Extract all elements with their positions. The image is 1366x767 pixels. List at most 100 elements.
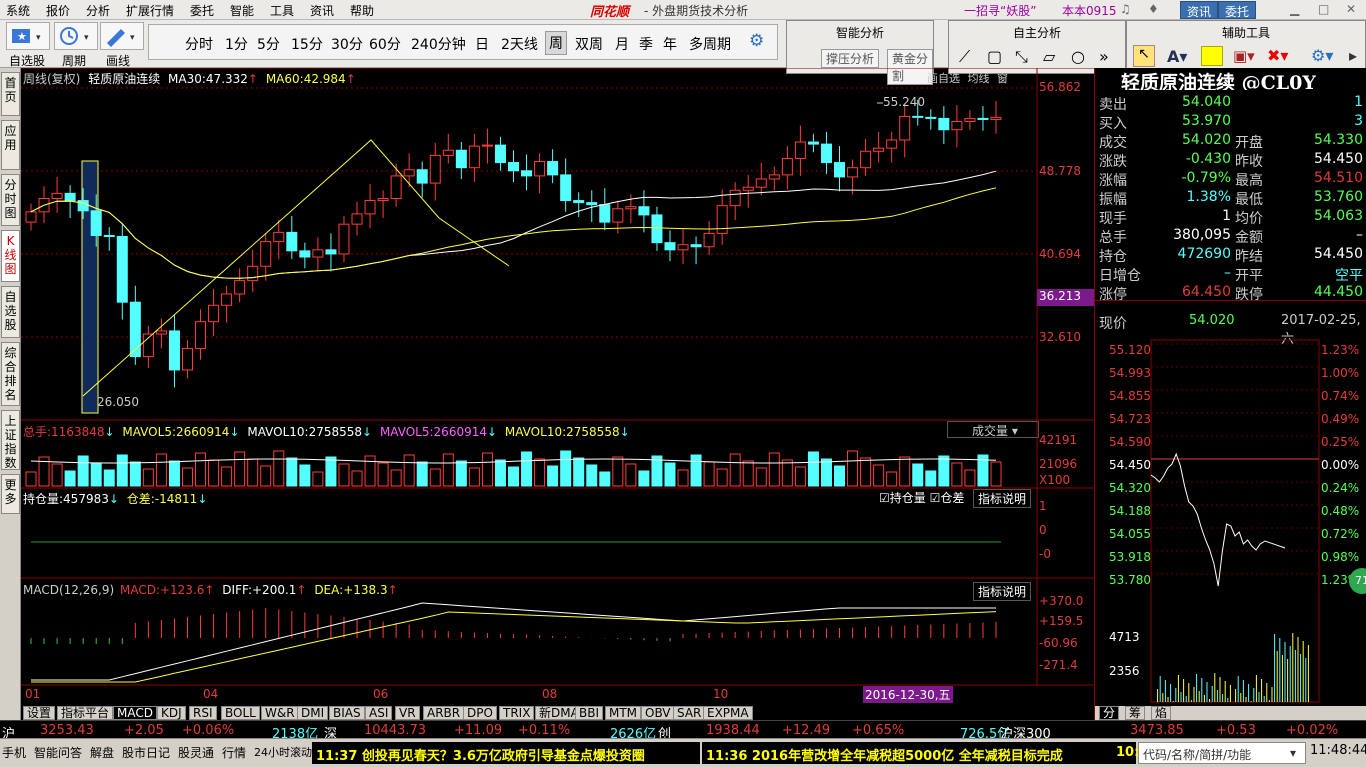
chart-area[interactable]: 周线(复权) 轻质原油连续 MA30:47.332↑ MA60:42.984↑ … <box>21 68 1094 706</box>
support-resistance-button[interactable]: 撑压分析 <box>821 49 880 68</box>
footer-analysis[interactable]: 解盘 <box>90 744 114 761</box>
settings-gear-icon[interactable]: ⚙ <box>749 31 764 51</box>
more-tools-icon[interactable]: » <box>1099 47 1109 66</box>
indicator-tab-sar[interactable]: SAR <box>673 706 706 720</box>
period-month[interactable]: 月 <box>615 34 629 54</box>
indicator-tab-rsi[interactable]: RSI <box>189 706 217 720</box>
footer-24h[interactable]: 24小时滚动 <box>254 744 312 760</box>
indicator-tab-mtm[interactable]: MTM <box>605 706 642 720</box>
promo-link[interactable]: 一招寻“妖股” <box>964 2 1036 19</box>
parallelogram-tool-icon[interactable]: ▱ <box>1043 47 1055 66</box>
polyline-tool-icon[interactable]: ⤡ <box>1015 47 1028 67</box>
delete-icon[interactable]: ✖▾ <box>1267 46 1288 65</box>
mini-tab-flame[interactable]: 焰 <box>1151 706 1172 720</box>
menu-quote[interactable]: 报价 <box>46 2 70 19</box>
save-drawing-icon[interactable]: ▣▾ <box>1233 47 1255 65</box>
indicator-tab-wr[interactable]: W&R <box>261 706 299 720</box>
line-tool-icon[interactable]: ⟋ <box>959 47 970 67</box>
window-button[interactable]: 窗 <box>997 72 1008 85</box>
indicator-tab-kdj[interactable]: KDJ <box>157 706 186 720</box>
ellipse-tool-icon[interactable]: ○ <box>1071 47 1085 66</box>
footer-qa[interactable]: 智能问答 <box>34 744 82 761</box>
indicator-tab-macd[interactable]: MACD <box>113 706 157 720</box>
period-2day[interactable]: 2天线 <box>501 34 538 54</box>
menu-analysis[interactable]: 分析 <box>86 2 110 19</box>
mini-tab-min[interactable]: 分 <box>1099 706 1120 720</box>
indicator-tab--1[interactable]: 指标平台 <box>57 706 114 720</box>
menu-info[interactable]: 资讯 <box>310 2 334 19</box>
menu-trade[interactable]: 委托 <box>190 2 214 19</box>
minimize-icon[interactable]: ▁ <box>1290 2 1299 16</box>
search-input[interactable]: 代码/名称/简拼/功能 <box>1138 742 1306 764</box>
menu-tools[interactable]: 工具 <box>270 2 294 19</box>
indicator-tab-dpo[interactable]: DPO <box>463 706 497 720</box>
volume-dropdown[interactable]: 成交量 ▾ <box>947 421 1039 438</box>
rect-tool-icon[interactable]: ▢ <box>987 47 1002 66</box>
period-30min[interactable]: 30分 <box>331 34 363 54</box>
watchlist-icon[interactable]: ★ ▾ <box>6 22 50 50</box>
news-ticker-2[interactable]: 11:36 2016年营改增全年减税超5000亿 全年减税目标完成 <box>702 742 1112 764</box>
cycle-icon[interactable]: ▾ <box>54 22 98 50</box>
bell-icon[interactable]: ♫ <box>1120 2 1131 16</box>
mini-tab-chip[interactable]: 筹 <box>1125 706 1146 720</box>
indicator-tab-trix[interactable]: TRIX <box>499 706 535 720</box>
nav-timeshare[interactable]: 分时图 <box>1 174 20 226</box>
footer-diary[interactable]: 股市日记 <box>122 744 170 761</box>
news-ticker-1[interactable]: 11:37 创投再见春天？3.6万亿政府引导基金点爆投资圈 <box>312 742 700 764</box>
menu-help[interactable]: 帮助 <box>350 2 374 19</box>
period-1min[interactable]: 1分 <box>225 34 248 54</box>
nav-ranking[interactable]: 综合排名 <box>1 342 20 406</box>
period-year[interactable]: 年 <box>663 34 677 54</box>
nav-kline[interactable]: K线图 <box>1 230 20 282</box>
nav-sh-index[interactable]: 上证指数 <box>1 410 20 470</box>
draw-icon[interactable]: ▾ <box>100 22 144 50</box>
indicator-tab--0[interactable]: 设置 <box>23 706 56 720</box>
oi-help-button[interactable]: 指标说明 <box>973 489 1032 508</box>
period-day[interactable]: 日 <box>475 34 489 54</box>
menu-smart[interactable]: 智能 <box>230 2 254 19</box>
menu-system[interactable]: 系统 <box>6 2 30 19</box>
nav-apps[interactable]: 应用 <box>1 120 20 170</box>
color-swatch[interactable] <box>1201 46 1223 66</box>
add-watchlist-button[interactable]: 画自选 <box>927 72 960 85</box>
macd-help-button[interactable]: 指标说明 <box>973 582 1032 601</box>
shirt-icon[interactable]: ♦ <box>1148 2 1159 16</box>
period-quarter[interactable]: 季 <box>639 34 653 54</box>
trade-button[interactable]: 委托 <box>1218 1 1257 19</box>
indicator-tab-bias[interactable]: BIAS <box>329 706 365 720</box>
nav-home[interactable]: 首页 <box>1 72 20 116</box>
indicator-tab-boll[interactable]: BOLL <box>221 706 260 720</box>
period-15min[interactable]: 15分 <box>291 34 323 54</box>
draw-settings-icon[interactable]: ⚙▾ <box>1311 46 1333 65</box>
nav-more[interactable]: 更多 <box>1 474 20 514</box>
cursor-icon[interactable]: ↖ <box>1133 45 1155 67</box>
maximize-icon[interactable]: □ <box>1318 2 1329 16</box>
search-dropdown-icon[interactable]: ▾ <box>1290 746 1296 760</box>
period-60min[interactable]: 60分 <box>369 34 401 54</box>
diff-checkbox[interactable]: ☑ <box>930 491 941 505</box>
oi-checkbox[interactable]: ☑ <box>879 491 890 505</box>
period-tick[interactable]: 分时 <box>185 34 213 54</box>
period-2week[interactable]: 双周 <box>575 34 603 54</box>
footer-lingtong[interactable]: 股灵通 <box>178 744 214 761</box>
indicator-tab-vr[interactable]: VR <box>395 706 420 720</box>
nav-watchlist[interactable]: 自选股 <box>1 286 20 338</box>
indicator-tab-arbr[interactable]: ARBR <box>423 706 465 720</box>
close-icon[interactable]: ✕ <box>1346 2 1356 16</box>
menu-ext-quote[interactable]: 扩展行情 <box>126 2 174 19</box>
indicator-tab-obv[interactable]: OBV <box>641 706 675 720</box>
indicator-tab-asi[interactable]: ASI <box>365 706 393 720</box>
chart-canvas[interactable] <box>21 68 1094 706</box>
indicator-tab-dmi[interactable]: DMI <box>297 706 329 720</box>
indicator-tab-bbi[interactable]: BBI <box>575 706 604 720</box>
period-multi[interactable]: 多周期 <box>689 34 731 54</box>
expand-icon[interactable]: ▸ <box>1349 46 1357 65</box>
info-button[interactable]: 资讯 <box>1180 1 1219 19</box>
ma-toggle-button[interactable]: 均线 <box>968 72 990 85</box>
period-week[interactable]: 周 <box>545 31 567 55</box>
footer-mobile[interactable]: 手机 <box>2 744 26 761</box>
text-tool-icon[interactable]: A▾ <box>1167 47 1187 66</box>
period-5min[interactable]: 5分 <box>257 34 280 54</box>
footer-market[interactable]: 行情 <box>222 744 246 761</box>
period-240min[interactable]: 240分钟 <box>411 34 466 54</box>
